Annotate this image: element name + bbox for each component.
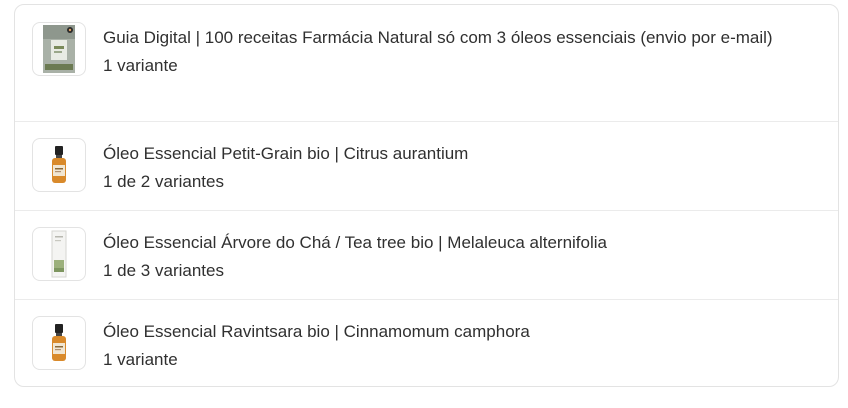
product-thumbnail (32, 316, 86, 370)
white-box-icon (51, 230, 67, 278)
product-thumbnail (32, 138, 86, 192)
amber-bottle-icon (52, 324, 66, 361)
product-thumbnail (32, 22, 86, 76)
product-row[interactable]: Óleo Essencial Árvore do Chá / Tea tree … (15, 211, 838, 300)
product-title[interactable]: Óleo Essencial Árvore do Chá / Tea tree … (103, 230, 813, 255)
ebook-cover-icon (43, 25, 75, 73)
variant-count: 1 de 3 variantes (103, 261, 224, 280)
variant-count: 1 variante (103, 350, 178, 369)
product-list: Guia Digital | 100 receitas Farmácia Nat… (14, 4, 839, 387)
product-title[interactable]: Óleo Essencial Petit-Grain bio | Citrus … (103, 141, 813, 166)
amber-bottle-icon (52, 146, 66, 183)
product-row[interactable]: Guia Digital | 100 receitas Farmácia Nat… (15, 5, 838, 122)
product-row[interactable]: Óleo Essencial Petit-Grain bio | Citrus … (15, 122, 838, 211)
product-title[interactable]: Guia Digital | 100 receitas Farmácia Nat… (103, 25, 813, 50)
product-title[interactable]: Óleo Essencial Ravintsara bio | Cinnamom… (103, 319, 813, 344)
product-row[interactable]: Óleo Essencial Ravintsara bio | Cinnamom… (15, 300, 838, 386)
product-thumbnail (32, 227, 86, 281)
variant-count: 1 variante (103, 56, 178, 75)
variant-count: 1 de 2 variantes (103, 172, 224, 191)
